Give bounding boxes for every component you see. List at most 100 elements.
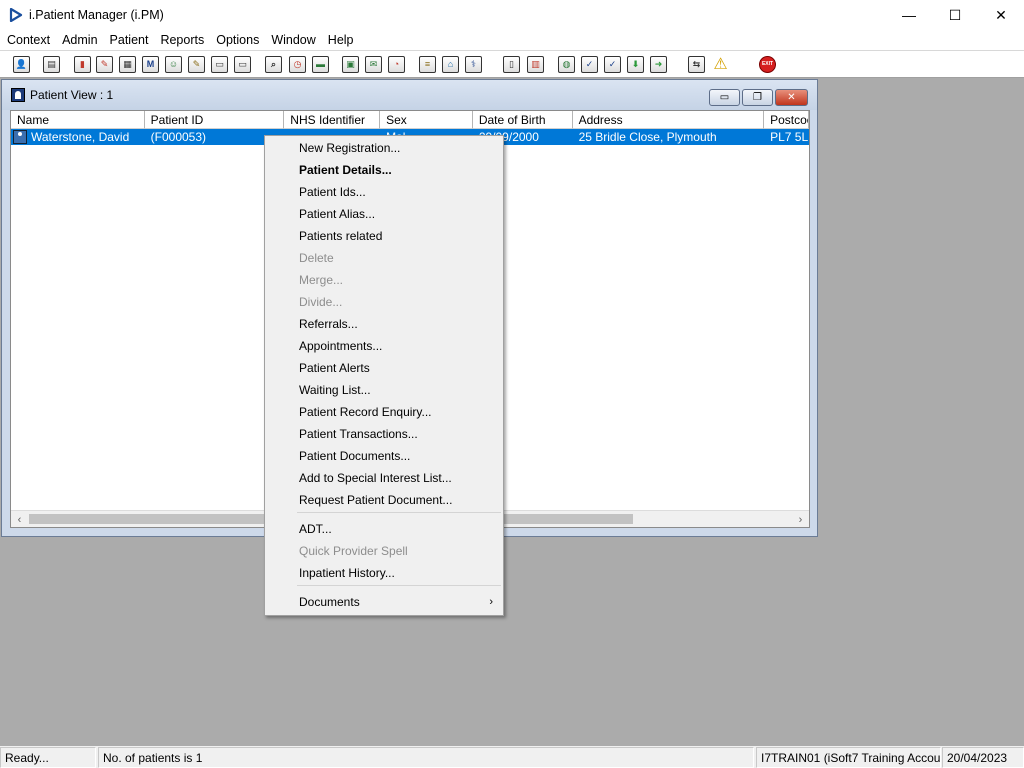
menu-item-waiting-list[interactable]: Waiting List...: [265, 379, 503, 401]
menu-separator: [297, 585, 501, 586]
menu-patient[interactable]: Patient: [104, 30, 155, 50]
child-close-button[interactable]: ✕: [775, 89, 808, 106]
minimize-button[interactable]: —: [886, 0, 932, 30]
menu-item-add-to-special-interest-list[interactable]: Add to Special Interest List...: [265, 467, 503, 489]
toolbar-button-form-edit[interactable]: ✓: [602, 54, 623, 75]
patient-view-titlebar: Patient View : 1 ▭ ❐ ✕: [2, 80, 817, 110]
menu-options[interactable]: Options: [210, 30, 265, 50]
scroll-right-icon[interactable]: ›: [792, 511, 809, 527]
column-header-date-of-birth[interactable]: Date of Birth: [472, 111, 573, 129]
maximize-button[interactable]: ☐: [932, 0, 978, 30]
menu-context[interactable]: Context: [1, 30, 56, 50]
menu-reports[interactable]: Reports: [154, 30, 210, 50]
menu-admin[interactable]: Admin: [56, 30, 103, 50]
menu-item-patient-record-enquiry[interactable]: Patient Record Enquiry...: [265, 401, 503, 423]
print-icon: ▤: [43, 56, 60, 73]
menu-item-patient-details[interactable]: Patient Details...: [265, 159, 503, 181]
letter-icon: ✉: [365, 56, 382, 73]
column-header-nhs-identifier[interactable]: NHS Identifier: [284, 111, 381, 129]
grid-header: Name Patient ID NHS Identifier Sex Date …: [11, 111, 809, 129]
green-arrow-right-icon: ➜: [650, 56, 667, 73]
toolbar-button-ambulance[interactable]: ▭: [209, 54, 230, 75]
patient-context-menu: New Registration... Patient Details... Pat…: [264, 135, 504, 616]
menu-item-adt[interactable]: ADT...: [265, 518, 503, 540]
toolbar-button-clock[interactable]: ◷: [287, 54, 308, 75]
menu-item-label: Add to Special Interest List...: [299, 471, 452, 485]
toolbar-button-bed[interactable]: ⌂: [440, 54, 461, 75]
statusbar: Ready... No. of patients is 1 I7TRAIN01 …: [0, 746, 1024, 768]
toolbar-button-list-note[interactable]: ≡: [417, 54, 438, 75]
toolbar-button-green-arrow-right[interactable]: ➜: [648, 54, 669, 75]
bar-chart-icon: ▥: [527, 56, 544, 73]
app-logo-icon: [9, 8, 23, 22]
menu-item-patient-transactions[interactable]: Patient Transactions...: [265, 423, 503, 445]
close-button[interactable]: ✕: [978, 0, 1024, 30]
column-header-postcode[interactable]: Postcoc: [764, 111, 809, 129]
menu-item-label: Request Patient Document...: [299, 493, 453, 507]
menu-item-label: Appointments...: [299, 339, 383, 353]
toolbar-button-patient[interactable]: 👤: [11, 54, 32, 75]
column-header-patient-id[interactable]: Patient ID: [144, 111, 285, 129]
doctor-icon: ☺: [165, 56, 182, 73]
menu-item-patient-alerts[interactable]: Patient Alerts: [265, 357, 503, 379]
toolbar-button-doctor[interactable]: ☺: [163, 54, 184, 75]
toolbar-button-m[interactable]: M: [140, 54, 161, 75]
menu-item-label: Patient Documents...: [299, 449, 411, 463]
app-titlebar: i.Patient Manager (i.PM) — ☐ ✕: [0, 0, 1024, 30]
menu-separator: [297, 512, 501, 513]
menu-item-label: Patient Alias...: [299, 207, 376, 221]
menu-item-referrals[interactable]: Referrals...: [265, 313, 503, 335]
menu-item-patient-ids[interactable]: Patient Ids...: [265, 181, 503, 203]
column-header-sex[interactable]: Sex: [380, 111, 473, 129]
toolbar-button-register[interactable]: ▦: [117, 54, 138, 75]
bed-icon: ⌂: [442, 56, 459, 73]
toolbar-button-swap-arrows[interactable]: ⇆: [686, 54, 707, 75]
app-title: i.Patient Manager (i.PM): [29, 8, 164, 22]
toolbar-button-notes[interactable]: ✎: [186, 54, 207, 75]
menu-help[interactable]: Help: [322, 30, 360, 50]
toolbar-button-print[interactable]: ▤: [41, 54, 62, 75]
window-controls: — ☐ ✕: [886, 0, 1024, 30]
menu-item-patients-related[interactable]: Patients related: [265, 225, 503, 247]
toolbar-button-book[interactable]: ▮: [72, 54, 93, 75]
warning-icon: ⚠: [713, 55, 728, 73]
toolbar-button-warning[interactable]: ⚠: [710, 54, 731, 75]
menu-item-appointments[interactable]: Appointments...: [265, 335, 503, 357]
register-icon: ▦: [119, 56, 136, 73]
column-header-name[interactable]: Name: [11, 111, 145, 129]
menu-item-label: Inpatient History...: [299, 566, 395, 580]
menu-item-label: ADT...: [299, 522, 332, 536]
status-text: Ready...: [0, 747, 96, 768]
child-minimize-button[interactable]: ▭: [709, 89, 740, 106]
toolbar-button-search-document[interactable]: ⌕: [263, 54, 284, 75]
menu-item-inpatient-history[interactable]: Inpatient History...: [265, 562, 503, 584]
child-restore-button[interactable]: ❐: [742, 89, 773, 106]
toolbar-button-transport[interactable]: ▭: [232, 54, 253, 75]
menu-item-label: Patients related: [299, 229, 383, 243]
toolbar-button-image-doc[interactable]: ▣: [340, 54, 361, 75]
menu-item-documents[interactable]: Documents ›: [265, 591, 503, 613]
toolbar-button-exit[interactable]: EXIT: [757, 54, 778, 75]
toolbar-button-globe[interactable]: ◍: [556, 54, 577, 75]
menu-item-label: Patient Transactions...: [299, 427, 418, 441]
menu-item-patient-alias[interactable]: Patient Alias...: [265, 203, 503, 225]
toolbar-button-letter[interactable]: ✉: [363, 54, 384, 75]
menu-item-new-registration[interactable]: New Registration...: [265, 137, 503, 159]
menu-window[interactable]: Window: [265, 30, 321, 50]
toolbar-button-green-arrow-down[interactable]: ⬇: [625, 54, 646, 75]
toolbar-button-monitor[interactable]: ▬: [310, 54, 331, 75]
toolbar-button-blank-document[interactable]: ▯: [501, 54, 522, 75]
exit-icon: EXIT: [759, 56, 776, 73]
menu-item-patient-documents[interactable]: Patient Documents...: [265, 445, 503, 467]
ambulance-icon: ▭: [211, 56, 228, 73]
menu-item-label: Patient Ids...: [299, 185, 366, 199]
column-header-address[interactable]: Address: [572, 111, 765, 129]
scroll-left-icon[interactable]: ‹: [11, 511, 28, 527]
toolbar-button-chart-pen[interactable]: ✎: [94, 54, 115, 75]
menu-item-request-patient-document[interactable]: Request Patient Document...: [265, 489, 503, 511]
toolbar-button-bar-chart[interactable]: ▥: [525, 54, 546, 75]
toolbar-button-form-check[interactable]: ✓: [579, 54, 600, 75]
globe-icon: ◍: [558, 56, 575, 73]
toolbar-button-timer[interactable]: ◔: [386, 54, 407, 75]
toolbar-button-theatre[interactable]: ⚕: [463, 54, 484, 75]
